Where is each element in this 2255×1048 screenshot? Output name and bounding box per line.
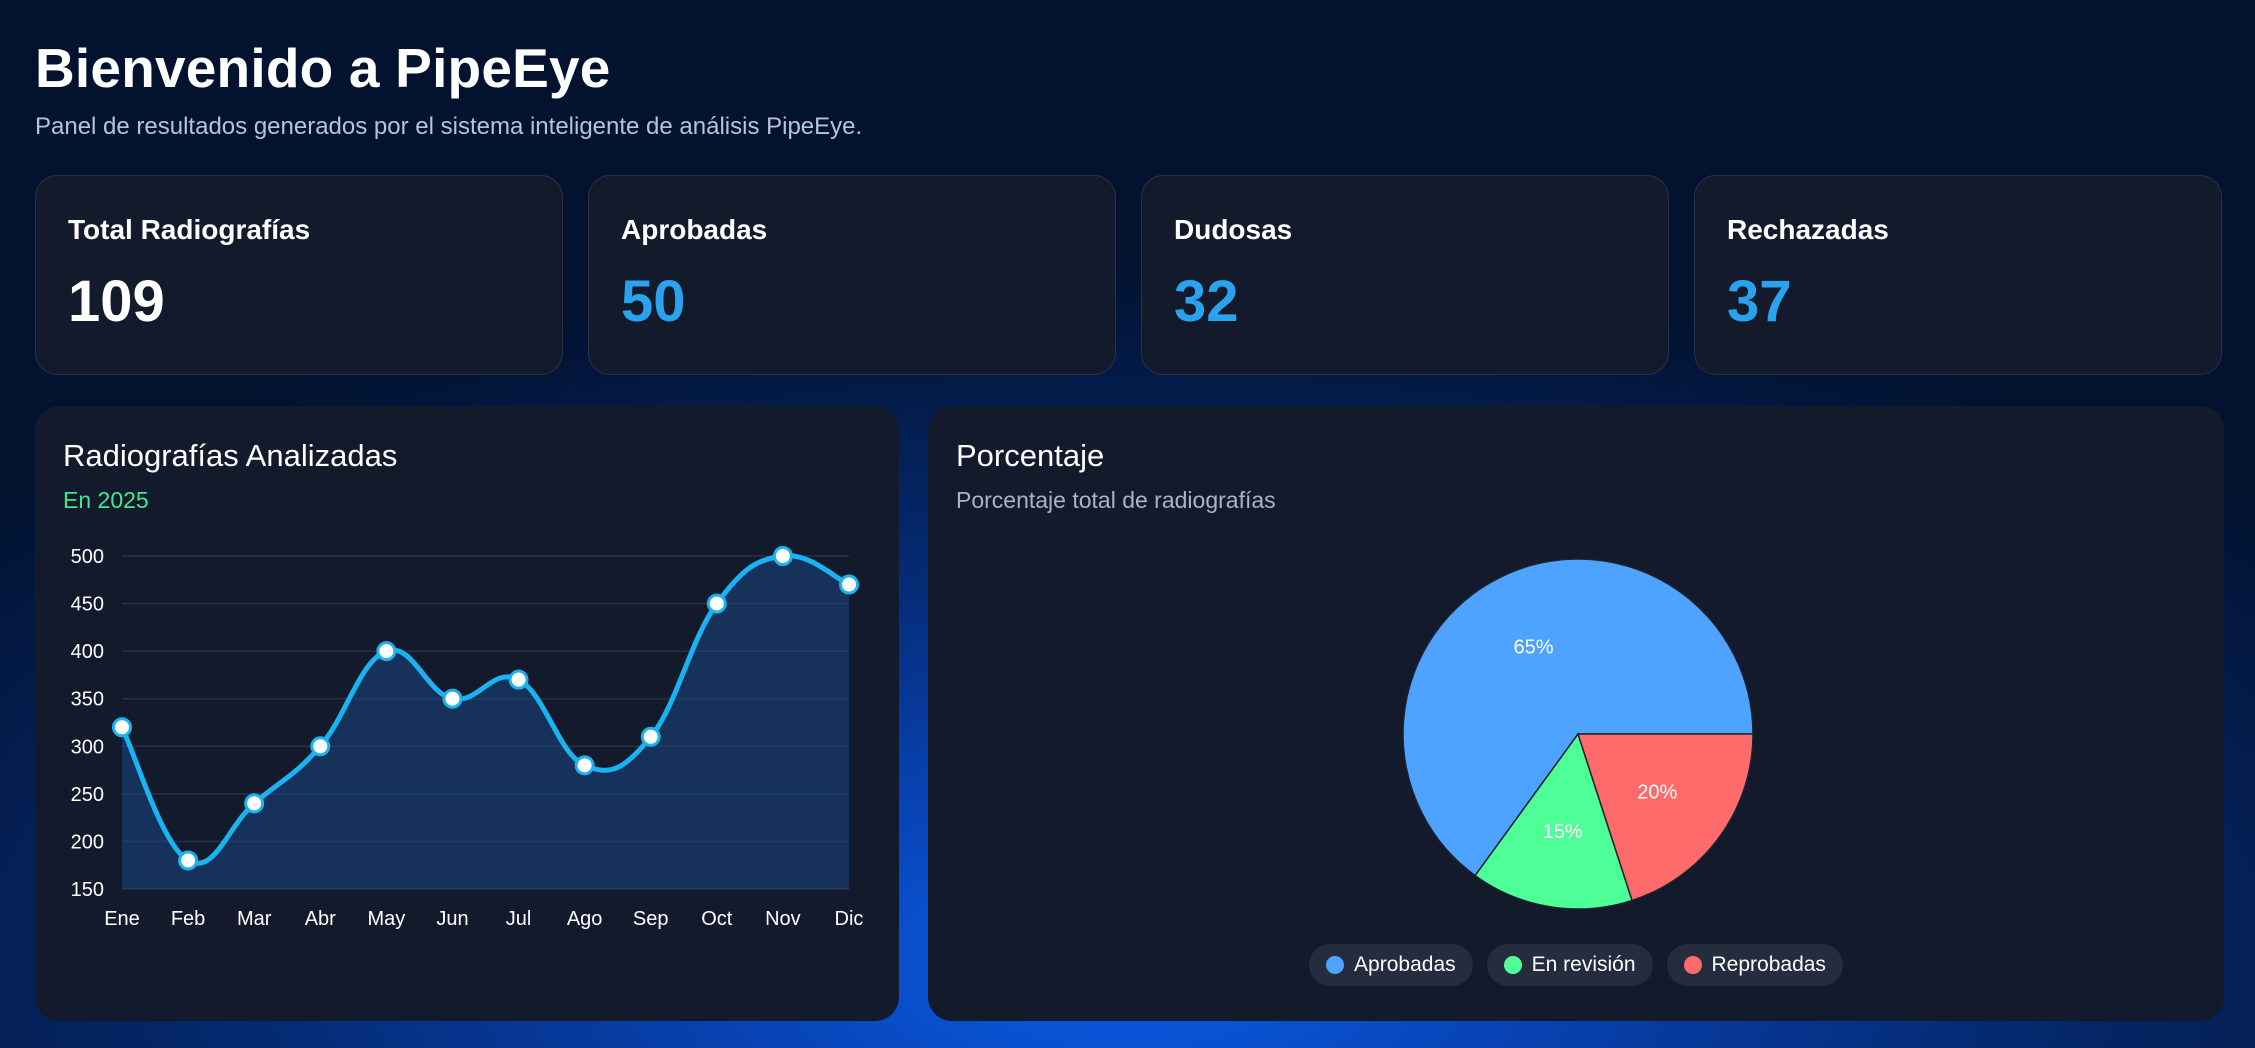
data-point (839, 574, 859, 595)
stat-label: Total Radiografías (68, 214, 311, 245)
legend-dot-icon (1503, 956, 1522, 974)
legend-label: En revisión (1531, 953, 1636, 976)
x-tick-label: Ene (104, 908, 140, 930)
stat-card-total: Total Radiografías 109 (35, 175, 563, 375)
pie-chart: 65% 15% 20% (1402, 558, 1754, 910)
y-tick-label: 500 (71, 546, 104, 568)
x-tick-label: Ago (567, 908, 603, 930)
data-point (376, 641, 397, 662)
data-point (706, 593, 727, 614)
legend-item-rejected[interactable]: Reprobadas (1666, 944, 1843, 986)
data-point (640, 726, 661, 747)
x-tick-label: Mar (237, 908, 272, 930)
x-tick-label: Dic (835, 908, 864, 930)
x-tick-label: Oct (701, 908, 733, 930)
y-tick-label: 200 (71, 831, 104, 853)
stat-label: Dudosas (1174, 214, 1293, 245)
data-point (442, 688, 463, 709)
legend-dot-icon (1683, 956, 1702, 974)
page-title: Bienvenido a PipeEye (35, 37, 611, 99)
data-point (244, 793, 265, 814)
pie-value-label: 15% (1543, 821, 1583, 843)
y-tick-label: 350 (71, 689, 104, 711)
x-tick-label: Sep (633, 908, 669, 930)
data-point (112, 717, 132, 738)
page-subtitle: Panel de resultados generados por el sis… (35, 113, 863, 140)
stat-value: 32 (1174, 269, 1239, 334)
line-chart: 150 200 250 300 350 400 450 500 Ene Feb Mar Abr May J… (71, 546, 864, 930)
y-tick-label: 450 (71, 594, 104, 616)
data-point (508, 669, 529, 690)
data-point (574, 755, 595, 776)
legend-item-review[interactable]: En revisión (1486, 944, 1653, 986)
x-tick-label: Jun (436, 908, 468, 930)
y-tick-label: 150 (71, 879, 104, 901)
data-point (178, 850, 199, 871)
legend-label: Reprobadas (1711, 953, 1826, 976)
stat-card-rejected: Rechazadas 37 (1694, 175, 2222, 375)
stat-value: 37 (1727, 269, 1792, 334)
y-tick-label: 300 (71, 736, 104, 758)
line-chart-panel: Radiografías Analizadas En 2025 150 200 25… (35, 406, 899, 1021)
x-tick-label: Jul (506, 908, 532, 930)
x-tick-label: Feb (171, 908, 205, 930)
stat-card-doubtful: Dudosas 32 (1141, 175, 1669, 375)
legend-label: Aprobadas (1354, 953, 1456, 976)
x-tick-label: Abr (305, 908, 336, 930)
x-tick-label: Nov (765, 908, 801, 930)
area-fill (122, 555, 849, 889)
legend-item-approved[interactable]: Aprobadas (1309, 944, 1473, 986)
stat-card-approved: Aprobadas 50 (588, 175, 1116, 375)
data-point (772, 546, 793, 566)
pie-value-label: 65% (1513, 637, 1553, 659)
stat-label: Aprobadas (621, 214, 768, 245)
legend-dot-icon (1326, 956, 1345, 974)
stat-value: 109 (68, 269, 165, 334)
x-tick-label: May (367, 908, 405, 930)
stat-value: 50 (621, 269, 686, 334)
pie-value-label: 20% (1637, 782, 1677, 804)
data-point (310, 736, 331, 757)
pie-legend: Aprobadas En revisión Reprobadas (928, 944, 2224, 986)
stat-label: Rechazadas (1727, 214, 1889, 245)
pie-chart-panel: Porcentaje Porcentaje total de radiograf… (928, 406, 2224, 1021)
y-tick-label: 400 (71, 641, 104, 663)
y-tick-label: 250 (71, 784, 104, 806)
